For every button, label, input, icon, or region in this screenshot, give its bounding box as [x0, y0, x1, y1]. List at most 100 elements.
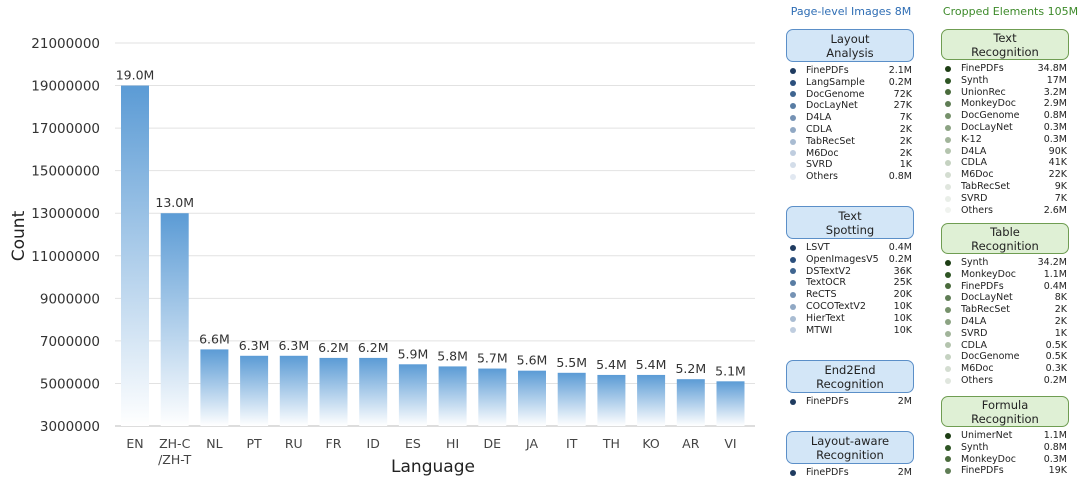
dataset-list: UnimerNet 1.1M Synth 0.8M MonkeyDoc 0.3M FineP… — [941, 430, 1069, 477]
dataset-item: DocGenome 0.5K — [941, 351, 1069, 363]
dataset-item: MonkeyDoc 0.3M — [941, 454, 1069, 466]
dataset-name: UnimerNet — [961, 430, 1013, 441]
dataset-count: 2K — [899, 123, 912, 135]
panel-layout-aware-recognition: Layout-aware Recognition FinePDFs 2M — [786, 431, 914, 479]
bar-value-label: 13.0M — [155, 195, 194, 210]
dataset-count: 19K — [1048, 465, 1067, 477]
bullet-dot-icon — [945, 377, 951, 384]
dataset-count: 0.3K — [1045, 363, 1067, 375]
dataset-item: SVRD 1K — [786, 159, 914, 171]
dataset-count: 0.5K — [1045, 351, 1067, 363]
dataset-count: 0.4M — [1043, 280, 1067, 292]
dataset-item: ReCTS 20K — [786, 289, 914, 301]
dataset-count: 22K — [1048, 169, 1067, 181]
x-tick-label: PT — [247, 436, 263, 451]
bullet-dot-icon — [945, 148, 951, 155]
dataset-name: DocGenome — [961, 351, 1020, 363]
dataset-name: TabRecSet — [961, 180, 1010, 192]
dataset-name: CDLA — [961, 157, 987, 169]
dataset-name: FinePDFs — [961, 280, 1004, 292]
dataset-count: 27K — [893, 100, 912, 112]
dataset-count: 1K — [1054, 327, 1067, 339]
dataset-name: M6Doc — [961, 169, 994, 181]
dataset-item: DocLayNet 8K — [941, 292, 1069, 304]
x-tick-label: DE — [484, 436, 502, 451]
dataset-item: LangSample 0.2M — [786, 77, 914, 89]
bar-value-label: 5.5M — [556, 355, 587, 370]
bullet-dot-icon — [945, 113, 951, 120]
dataset-count: 0.2M — [888, 76, 912, 88]
panel-table-recognition: Table Recognition Synth 34.2M MonkeyDoc 1.1M F… — [941, 223, 1069, 387]
bullet-dot-icon — [945, 307, 951, 314]
y-tick-label: 13000000 — [31, 206, 100, 222]
dataset-item: Others 0.2M — [941, 375, 1069, 387]
x-tick-label: RU — [285, 436, 303, 451]
panel-end2end-recognition: End2End Recognition FinePDFs 2M — [786, 360, 914, 408]
dataset-item: CDLA 41K — [941, 157, 1069, 169]
dataset-count: 2.6M — [1043, 204, 1067, 216]
dataset-name: Others — [961, 374, 993, 386]
dataset-list: FinePDFs 2.1M LangSample 0.2M DocGenome 72K Do… — [786, 65, 914, 183]
dataset-name: DocLayNet — [961, 292, 1013, 304]
dataset-count: 1.1M — [1043, 430, 1067, 441]
dataset-count: 3.2M — [1043, 86, 1067, 98]
bar-value-label: 6.6M — [199, 331, 230, 346]
dataset-name: DocLayNet — [806, 100, 858, 112]
x-tick-label: ID — [367, 436, 380, 451]
dataset-item: OpenImagesV5 0.2M — [786, 254, 914, 266]
dataset-item: Synth 34.2M — [941, 257, 1069, 269]
panel-text-recognition: Text Recognition FinePDFs 34.8M Synth 17M Unio… — [941, 29, 1069, 216]
dataset-item: FinePDFs 19K — [941, 465, 1069, 477]
bullet-dot-icon — [945, 101, 951, 108]
dataset-count: 10K — [893, 300, 912, 312]
dataset-count: 25K — [893, 277, 912, 289]
bullet-dot-icon — [945, 89, 951, 96]
dataset-name: Others — [961, 204, 993, 216]
bullet-dot-icon — [945, 432, 951, 439]
dataset-item: FinePDFs 0.4M — [941, 281, 1069, 293]
bullet-dot-icon — [945, 366, 951, 373]
dataset-name: TextOCR — [806, 277, 846, 289]
dataset-name: M6Doc — [806, 147, 839, 159]
bullet-dot-icon — [945, 318, 951, 325]
x-tick-label: NL — [206, 436, 222, 451]
dataset-name: TabRecSet — [961, 304, 1010, 316]
dataset-item: SVRD 1K — [941, 328, 1069, 340]
bar — [359, 357, 388, 426]
bullet-dot-icon — [945, 183, 951, 190]
dataset-name: MonkeyDoc — [961, 98, 1017, 110]
dataset-count: 2K — [899, 135, 912, 147]
dataset-name: FinePDFs — [806, 65, 849, 76]
bullet-dot-icon — [790, 292, 796, 299]
dataset-count: 1K — [899, 159, 912, 171]
dataset-count: 2.1M — [888, 65, 912, 76]
y-tick-label: 15000000 — [31, 164, 100, 180]
bar — [240, 355, 269, 426]
task-header: Layout Analysis — [786, 29, 914, 62]
bullet-dot-icon — [790, 469, 796, 476]
bar — [518, 370, 546, 426]
bar — [438, 366, 467, 426]
bar-value-label: 6.3M — [239, 338, 270, 353]
dataset-item: TabRecSet 2K — [941, 304, 1069, 316]
dataset-name: M6Doc — [961, 363, 994, 375]
dataset-item: Synth 17M — [941, 75, 1069, 87]
panel-layout-analysis: Layout Analysis FinePDFs 2.1M LangSample 0.2M… — [786, 29, 914, 183]
bullet-dot-icon — [945, 259, 951, 266]
dataset-name: MTWI — [806, 324, 833, 336]
bar-value-label: 6.3M — [278, 338, 309, 353]
y-tick-label: 3000000 — [40, 419, 100, 435]
dataset-name: Others — [806, 171, 838, 183]
dataset-count: 41K — [1048, 157, 1067, 169]
dataset-count: 2K — [1054, 304, 1067, 316]
dataset-count: 2K — [1054, 315, 1067, 327]
bullet-dot-icon — [790, 256, 796, 263]
dataset-item: CDLA 0.5K — [941, 340, 1069, 352]
dataset-count: 0.3M — [1043, 133, 1067, 145]
bar-value-label: 5.7M — [477, 351, 508, 366]
bullet-dot-icon — [945, 444, 951, 451]
dataset-name: SVRD — [806, 159, 833, 171]
dataset-item: CDLA 2K — [786, 124, 914, 136]
y-tick-label: 17000000 — [31, 121, 100, 137]
x-tick-label: HI — [446, 436, 459, 451]
